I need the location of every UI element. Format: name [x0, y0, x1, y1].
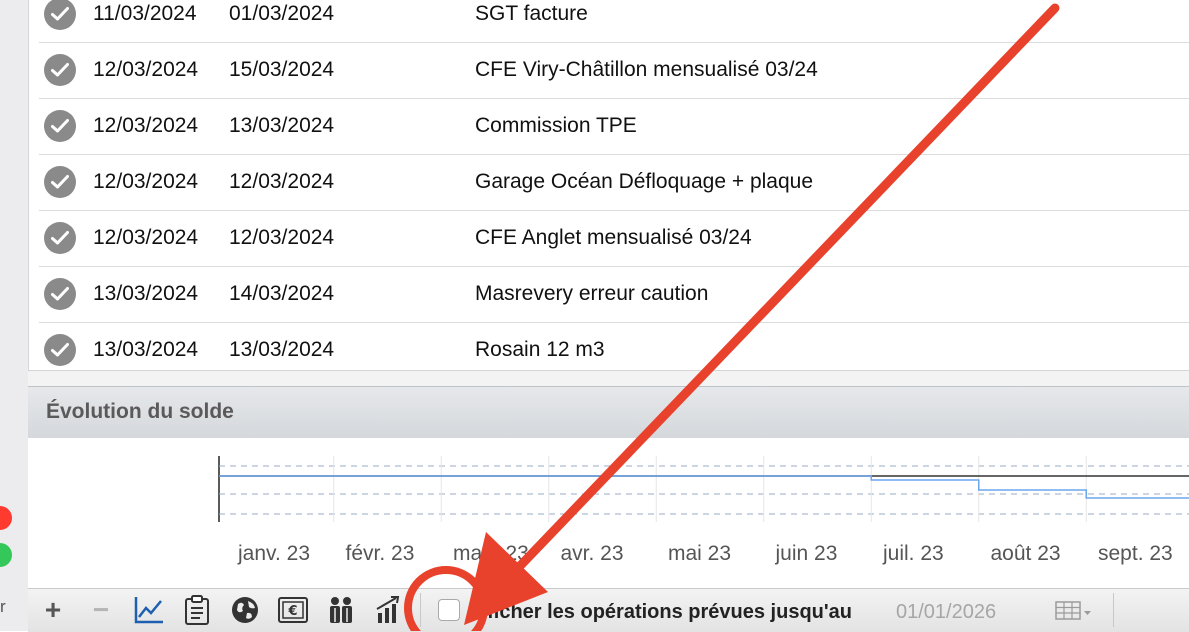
chart-panel-header: Évolution du solde — [28, 386, 1189, 440]
chevron-down-icon — [1084, 611, 1091, 615]
transaction-label: CFE Viry-Châtillon mensualisé 03/24 — [475, 58, 818, 81]
transaction-label: Garage Océan Défloquage + plaque — [475, 170, 813, 193]
clipboard-icon — [185, 595, 209, 625]
chart-line-icon — [134, 597, 163, 624]
value-date: 15/03/2024 — [229, 58, 335, 81]
table-icon — [1055, 601, 1091, 620]
clipboard-button[interactable] — [180, 595, 214, 625]
euro-note-icon: € — [278, 597, 308, 623]
show-planned-checkbox[interactable] — [438, 599, 460, 621]
operation-date: 12/03/2024 — [93, 226, 199, 249]
transaction-label: CFE Anglet mensualisé 03/24 — [475, 226, 752, 249]
add-button[interactable]: + — [40, 594, 66, 625]
x-tick-label: sept. 23 — [1098, 542, 1173, 565]
x-tick-label: févr. 23 — [345, 542, 415, 565]
transaction-row[interactable]: 12/03/2024 13/03/2024 Commission TPE — [39, 98, 1189, 155]
people-icon — [330, 597, 352, 623]
list-chart-separator — [28, 370, 1189, 387]
operation-date: 11/03/2024 — [93, 2, 197, 25]
remove-button[interactable]: − — [88, 594, 114, 625]
value-date: 12/03/2024 — [229, 226, 335, 249]
transaction-row[interactable]: 12/03/2024 15/03/2024 CFE Viry-Châtillon m… — [39, 42, 1189, 99]
red-status-dot — [0, 506, 12, 530]
value-date: 13/03/2024 — [229, 114, 335, 137]
transaction-label: Commission TPE — [475, 114, 637, 137]
checkmark-icon — [44, 0, 76, 30]
balance-chart: janv. 23 févr. 23 mars 23 avr. 23 mai 23 juin… — [28, 438, 1189, 588]
sidebar-strip: r — [0, 0, 29, 631]
transaction-row[interactable]: 13/03/2024 14/03/2024 Masrevery erreur cau… — [39, 266, 1189, 323]
x-tick-label: juin 23 — [775, 542, 838, 565]
x-tick-label: janv. 23 — [238, 542, 310, 565]
operation-date: 12/03/2024 — [93, 170, 199, 193]
checkmark-icon — [44, 334, 76, 366]
transaction-label: Masrevery erreur caution — [475, 282, 709, 305]
operation-date: 13/03/2024 — [93, 282, 199, 305]
bar-chart-up-icon — [376, 596, 400, 623]
show-planned-label[interactable]: Afficher les opérations prévues jusqu'au — [466, 601, 852, 624]
globe-icon — [232, 597, 258, 623]
transaction-label: Rosain 12 m3 — [475, 338, 605, 361]
svg-text:€: € — [287, 604, 297, 619]
value-date: 12/03/2024 — [229, 170, 335, 193]
table-menu-button[interactable] — [1055, 599, 1095, 628]
bottom-toolbar: + − € Afficher les opérations prévues ju… — [28, 588, 1189, 632]
x-tick-label: mars 23 — [453, 542, 529, 565]
euro-note-button[interactable]: € — [276, 595, 310, 625]
toolbar-divider — [1113, 593, 1114, 627]
checkmark-icon — [44, 222, 76, 254]
sidebar-truncated-label: r — [0, 597, 6, 616]
green-status-dot — [0, 543, 12, 567]
x-tick-label: mai 23 — [668, 542, 732, 565]
checkmark-icon — [44, 166, 76, 198]
checkmark-icon — [44, 110, 76, 142]
transaction-row[interactable]: 11/03/2024 01/03/2024 SGT facture — [39, 0, 1189, 43]
balance-series-line — [219, 475, 1189, 499]
x-tick-label: avr. 23 — [560, 542, 624, 565]
people-button[interactable] — [324, 595, 358, 625]
checkmark-icon — [44, 278, 76, 310]
operation-date: 12/03/2024 — [93, 58, 199, 81]
transaction-row[interactable]: 12/03/2024 12/03/2024 CFE Anglet mensualis… — [39, 210, 1189, 267]
value-date: 13/03/2024 — [229, 338, 335, 361]
checkmark-icon — [44, 54, 76, 86]
planned-until-date-field[interactable]: 01/01/2026 — [896, 601, 996, 624]
transaction-label: SGT facture — [475, 2, 588, 25]
transaction-row[interactable]: 12/03/2024 12/03/2024 Garage Océan Défloqu… — [39, 154, 1189, 211]
chart-line-button[interactable] — [132, 595, 166, 625]
globe-button[interactable] — [228, 595, 262, 625]
operation-date: 13/03/2024 — [93, 338, 199, 361]
bar-chart-up-button[interactable] — [372, 595, 406, 625]
x-tick-label: août 23 — [990, 542, 1061, 565]
chart-panel-title: Évolution du solde — [46, 400, 234, 423]
value-date: 14/03/2024 — [229, 282, 335, 305]
x-tick-label: juil. 23 — [883, 542, 944, 565]
value-date: 01/03/2024 — [229, 2, 335, 25]
toolbar-divider — [420, 593, 421, 627]
operation-date: 12/03/2024 — [93, 114, 199, 137]
